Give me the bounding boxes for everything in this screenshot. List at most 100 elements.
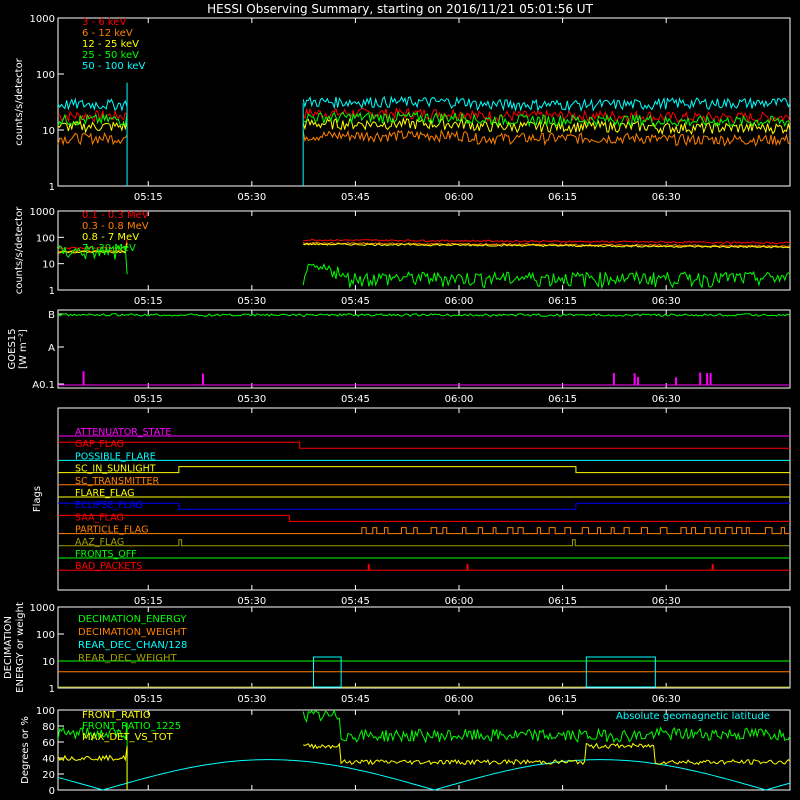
flag-label: BAD_PACKETS: [75, 561, 142, 572]
flag-label: PARTICLE_FLAG: [75, 525, 148, 536]
x-tick-label: 06:00: [445, 596, 474, 607]
y-tick-label: 20: [42, 770, 55, 781]
legend-entry: Absolute geomagnetic latitude: [616, 711, 770, 722]
legend-entry: FRONT_RATIO: [82, 710, 151, 721]
panel-flags: 05:15 05:30 05:45 06:00 06:15 06:30 Flags ATTEN…: [32, 407, 791, 607]
legend-entry: REAR_DEC_WEIGHT: [78, 653, 177, 664]
panel-lightcurves-high: 05:15 05:30 05:45 06:00 06:15 06:30 1 10 100 1000…: [14, 206, 791, 307]
x-tick-label: 05:15: [134, 192, 163, 203]
flag-label: FLARE_FLAG: [75, 488, 135, 499]
legend-entry: 25 - 50 keV: [82, 50, 139, 61]
x-tick-label: 06:15: [548, 192, 577, 203]
x-tick-label: 05:45: [341, 394, 370, 405]
panel-frame: [57, 17, 791, 187]
legend-entry: 7 - 20 MeV: [82, 243, 136, 254]
x-tick-label: 06:00: [445, 296, 474, 307]
y-axis-label: Degrees or %: [20, 716, 31, 784]
y-tick-label: 60: [42, 738, 55, 749]
x-tick-label: 05:45: [341, 296, 370, 307]
legend-entry: 50 - 100 keV: [82, 61, 146, 72]
y-axis-unit: [W m⁻²]: [18, 329, 29, 369]
x-tick-label: 05:45: [341, 192, 370, 203]
legend-entry: 0.3 - 0.8 MeV: [82, 221, 149, 232]
x-tick-label: 06:00: [445, 394, 474, 405]
y-tick-label: 80: [42, 722, 55, 733]
gap-edge: [126, 82, 304, 186]
x-tick-label: 05:30: [237, 192, 266, 203]
flag-label: POSSIBLE_FLARE: [75, 451, 156, 462]
goes-flux-line: [57, 313, 790, 317]
y-tick-label: 100: [36, 706, 55, 717]
y-tick-label: B: [48, 310, 55, 321]
x-tick-label: 06:00: [445, 192, 474, 203]
legend-entry: FRONT_RATIO_1225: [82, 721, 181, 732]
x-tick-label: 06:15: [548, 596, 577, 607]
legend-entry: 0.8 - 7 MeV: [82, 232, 139, 243]
y-axis-label: GOES15: [7, 328, 18, 369]
panel-frame: [57, 309, 791, 389]
flag-label: ATTENUATOR_STATE: [75, 427, 171, 438]
x-tick-label: 06:15: [548, 394, 577, 405]
x-tick-label: 06:30: [652, 694, 681, 705]
legend-entry: 6 - 12 keV: [82, 28, 133, 39]
y-tick-label: 1: [49, 684, 55, 695]
x-tick-label: 05:45: [341, 596, 370, 607]
y-tick-label: A: [48, 343, 55, 354]
legend-entry: MAX_DET_VS_TOT: [82, 732, 174, 743]
y-tick-label: 1: [49, 182, 55, 193]
y-tick-label: 100: [36, 233, 55, 244]
flag-line: [58, 502, 790, 510]
x-tick-label: 06:15: [548, 296, 577, 307]
flag-label: GAP_FLAG: [75, 439, 124, 450]
y-tick-label: 10: [42, 657, 55, 668]
front-ratio-line: [57, 742, 791, 791]
flag-label: SAA_FLAG: [75, 512, 124, 523]
legend-entry: 12 - 25 keV: [82, 39, 139, 50]
y-tick-label: 1: [49, 286, 55, 297]
legend-entry: DECIMATION_WEIGHT: [78, 627, 187, 638]
x-tick-label: 06:30: [652, 192, 681, 203]
y-tick-label: 40: [42, 754, 55, 765]
panel-goes: 05:15 05:30 05:45 06:00 06:15 06:30 A0.1 A B GOES…: [7, 309, 791, 405]
y-tick-label: 100: [36, 630, 55, 641]
y-axis-label-2: ENERGY or weight: [15, 602, 26, 693]
y-axis-label: counts/s/detector: [14, 57, 25, 145]
legend-entry: 0.1 - 0.3 MeV: [82, 210, 149, 221]
y-axis-label: Flags: [32, 486, 43, 512]
latitude-line: [57, 759, 791, 791]
panel-ratios: 0 20 40 60 80 100 Degrees or % FRONT_RATIOFRONT…: [20, 706, 791, 797]
x-tick-label: 05:45: [341, 694, 370, 705]
y-tick-label: 1000: [30, 14, 55, 25]
x-tick-label: 05:15: [134, 694, 163, 705]
y-tick-label: 0: [49, 786, 55, 797]
flag-line: [58, 539, 790, 547]
series-line: [57, 95, 791, 112]
flag-line: [58, 466, 790, 474]
y-tick-label: 100: [36, 70, 55, 81]
flag-label: AAZ_FLAG: [75, 537, 124, 548]
series-line: [57, 129, 791, 147]
x-tick-label: 05:15: [134, 296, 163, 307]
flag-line: [58, 441, 790, 449]
flag-label: ECLIPSE_FLAG: [75, 500, 143, 511]
y-tick-label: 1000: [30, 603, 55, 614]
chart-title: HESSI Observing Summary, starting on 201…: [207, 2, 593, 16]
x-tick-label: 05:15: [134, 394, 163, 405]
flag-label: FRONTS_OFF: [75, 549, 137, 560]
panel-frame: [57, 210, 791, 291]
flag-label: SC_IN_SUNLIGHT: [75, 464, 156, 475]
legend-entry: DECIMATION_ENERGY: [78, 614, 187, 625]
flag-line: [58, 527, 790, 535]
x-tick-label: 06:30: [652, 394, 681, 405]
hessi-summary-chart: HESSI Observing Summary, starting on 201…: [3, 2, 791, 797]
x-tick-label: 05:30: [237, 296, 266, 307]
panel-decimation: 05:15 05:30 05:45 06:00 06:15 06:30 1 10 100 1000…: [3, 602, 791, 705]
legend-entry: REAR_DEC_CHAN/128: [78, 640, 187, 651]
y-tick-label: 10: [42, 260, 55, 271]
x-tick-label: 06:00: [445, 694, 474, 705]
x-tick-label: 05:30: [237, 394, 266, 405]
flag-label: SC_TRANSMITTER: [75, 476, 160, 487]
y-tick-label: A0.1: [32, 380, 55, 391]
y-axis-label: counts/s/detector: [14, 206, 25, 294]
x-tick-label: 05:30: [237, 694, 266, 705]
